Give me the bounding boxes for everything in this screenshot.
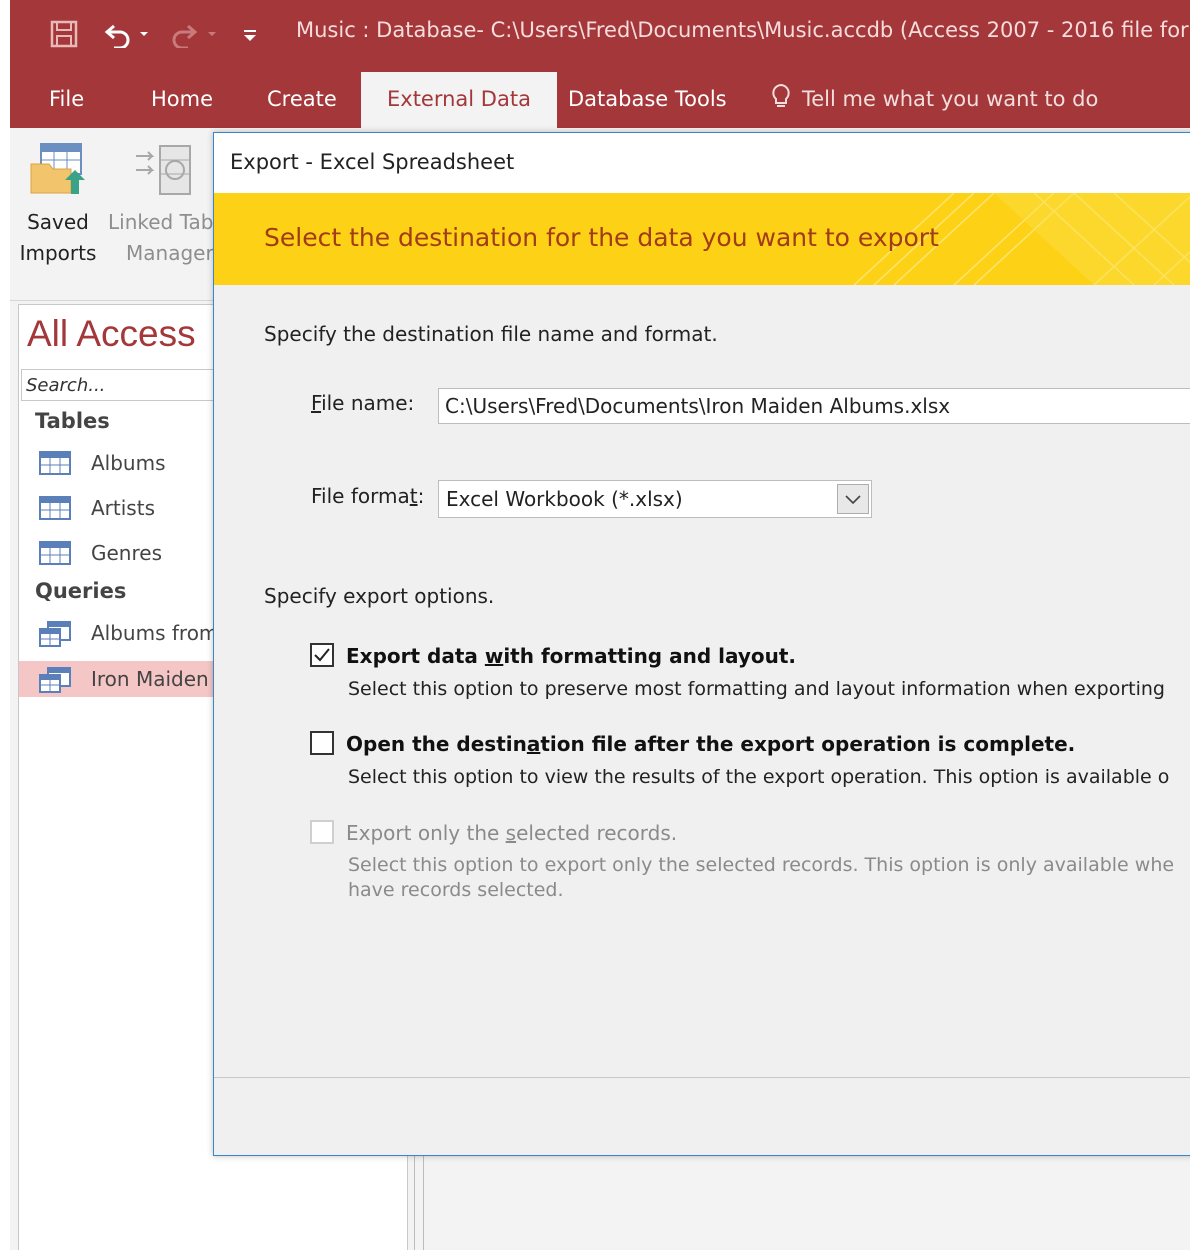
selected-records-description-line1: Select this option to export only the se… xyxy=(348,854,1175,876)
banner-heading: Select the destination for the data you … xyxy=(264,223,939,252)
nav-item-label: Artists xyxy=(91,496,155,520)
export-formatting-description: Select this option to preserve most form… xyxy=(348,678,1165,700)
section-destination-heading: Specify the destination file name and fo… xyxy=(264,322,718,346)
dialog-title: Export - Excel Spreadsheet xyxy=(230,150,515,174)
nav-group-tables[interactable]: Tables xyxy=(35,409,110,433)
saved-imports-line2: Imports xyxy=(19,241,97,265)
label-accel: a xyxy=(526,732,541,756)
file-format-select[interactable]: Excel Workbook (*.xlsx) xyxy=(438,480,872,518)
file-format-label-pre: File forma xyxy=(311,484,410,508)
export-formatting-checkbox[interactable] xyxy=(310,643,334,667)
nav-item-label: Albums xyxy=(91,451,166,475)
label-part: elected records. xyxy=(516,821,678,845)
file-name-label-rest: ile name: xyxy=(321,391,415,415)
saved-imports-icon xyxy=(30,143,85,194)
dialog-footer xyxy=(214,1078,1190,1155)
table-icon xyxy=(39,496,71,520)
dialog-banner: Select the destination for the data you … xyxy=(214,193,1190,285)
access-window: Music : Database- C:\Users\Fred\Document… xyxy=(10,0,1190,1250)
label-part: Export only the xyxy=(346,821,506,845)
ribbon-tabs: File Home Create External Data Database … xyxy=(10,70,1190,130)
linked-table-manager-line1: Linked Tab xyxy=(108,210,214,234)
label-part: ith formatting and layout. xyxy=(503,644,797,668)
query-icon xyxy=(39,621,71,647)
pane-splitter[interactable] xyxy=(414,1150,424,1250)
file-format-label-post: : xyxy=(417,484,425,508)
selected-records-label: Export only the selected records. xyxy=(346,821,677,845)
tab-home[interactable]: Home xyxy=(151,70,213,128)
title-bar: Music : Database- C:\Users\Fred\Document… xyxy=(10,0,1190,70)
nav-group-queries[interactable]: Queries xyxy=(35,579,126,603)
table-icon xyxy=(39,541,71,565)
tell-me-search[interactable]: Tell me what you want to do xyxy=(770,70,1098,128)
tell-me-label: Tell me what you want to do xyxy=(802,87,1099,111)
linked-table-manager-button[interactable]: Linked Tab Manager xyxy=(106,140,216,269)
export-formatting-label[interactable]: Export data with formatting and layout. xyxy=(346,644,796,668)
nav-item-label: Albums from xyxy=(91,621,219,645)
file-format-label: File format: xyxy=(311,484,424,508)
checkmark-icon xyxy=(314,648,330,662)
section-options-heading: Specify export options. xyxy=(264,584,495,608)
label-accel: w xyxy=(484,644,504,668)
file-name-label: File name: xyxy=(311,391,414,415)
tab-external-data[interactable]: External Data xyxy=(361,72,557,130)
selected-records-description-line2: have records selected. xyxy=(348,879,564,901)
file-format-dropdown-button[interactable] xyxy=(837,484,869,514)
redo-icon[interactable] xyxy=(170,20,222,55)
nav-pane-title[interactable]: All Access xyxy=(27,313,196,355)
label-part: Open the destin xyxy=(346,732,527,756)
file-name-input[interactable]: C:\Users\Fred\Documents\Iron Maiden Albu… xyxy=(438,388,1190,424)
dialog-title-bar[interactable]: Export - Excel Spreadsheet xyxy=(214,133,1190,193)
file-name-accel: F xyxy=(311,391,322,415)
selected-records-checkbox xyxy=(310,820,334,844)
saved-imports-line1: Saved xyxy=(27,210,89,234)
label-accel: s xyxy=(505,821,517,845)
save-icon[interactable] xyxy=(50,20,78,55)
saved-imports-button[interactable]: Saved Imports xyxy=(16,140,100,269)
lightbulb-icon xyxy=(772,83,790,107)
file-format-accel: t xyxy=(409,484,418,508)
label-part: tion file after the export operation is … xyxy=(540,732,1076,756)
tab-database-tools[interactable]: Database Tools xyxy=(568,70,727,128)
export-dialog: Export - Excel Spreadsheet Select the de… xyxy=(213,132,1190,1156)
file-format-value: Excel Workbook (*.xlsx) xyxy=(446,487,683,511)
label-part: Export data xyxy=(346,644,485,668)
window-title: Music : Database- C:\Users\Fred\Document… xyxy=(296,18,1190,42)
chevron-down-icon xyxy=(845,495,861,505)
nav-item-label: Iron Maiden xyxy=(91,667,209,691)
open-after-export-label[interactable]: Open the destination file after the expo… xyxy=(346,732,1075,756)
table-icon xyxy=(39,451,71,475)
query-icon xyxy=(39,667,71,693)
tab-file[interactable]: File xyxy=(49,70,84,128)
customize-qat-icon[interactable] xyxy=(242,20,258,55)
linked-table-manager-line2: Manager xyxy=(126,241,214,265)
open-after-export-description: Select this option to view the results o… xyxy=(348,766,1170,788)
linked-table-manager-icon xyxy=(136,145,191,195)
undo-icon[interactable] xyxy=(104,20,152,55)
tab-create[interactable]: Create xyxy=(267,70,337,128)
open-after-export-checkbox[interactable] xyxy=(310,731,334,755)
nav-item-label: Genres xyxy=(91,541,162,565)
